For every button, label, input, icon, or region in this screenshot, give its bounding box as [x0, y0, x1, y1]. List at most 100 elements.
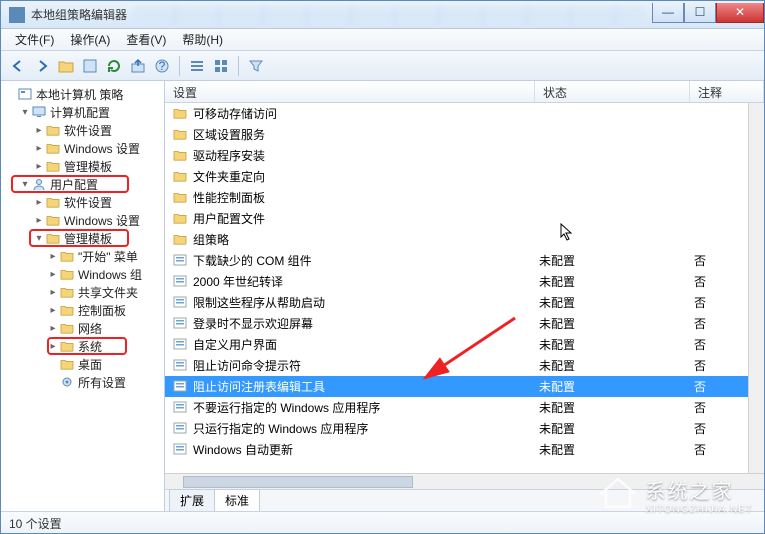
row-state: 未配置	[539, 399, 694, 416]
row-state: 未配置	[539, 378, 694, 395]
user-icon	[31, 177, 47, 191]
tree-label: 共享文件夹	[78, 284, 138, 301]
list-row[interactable]: 不要运行指定的 Windows 应用程序未配置否	[165, 397, 764, 418]
tree-twisty[interactable]: ▸	[33, 197, 45, 208]
help-button[interactable]: ?	[151, 55, 173, 77]
tree-item[interactable]: 本地计算机 策略	[1, 85, 164, 103]
tree-item[interactable]: ▸ Windows 设置	[1, 139, 164, 157]
column-note[interactable]: 注释	[690, 81, 764, 102]
setting-icon	[173, 359, 189, 373]
folder-icon	[59, 249, 75, 263]
tree-twisty[interactable]: ▸	[33, 143, 45, 154]
forward-button[interactable]	[31, 55, 53, 77]
policy-icon	[17, 87, 33, 101]
list-row[interactable]: 阻止访问注册表编辑工具未配置否	[165, 376, 764, 397]
list-header[interactable]: 设置 状态 注释	[165, 81, 764, 103]
row-name: 只运行指定的 Windows 应用程序	[193, 420, 539, 437]
tree-item[interactable]: ▸Windows 组	[1, 265, 164, 283]
row-state: 未配置	[539, 294, 694, 311]
list-row[interactable]: 区域设置服务	[165, 124, 764, 145]
list-row[interactable]: 自定义用户界面未配置否	[165, 334, 764, 355]
list-row[interactable]: 驱动程序安装	[165, 145, 764, 166]
detail-button[interactable]	[210, 55, 232, 77]
list-row[interactable]: 文件夹重定向	[165, 166, 764, 187]
tree-item[interactable]: ▾管理模板	[1, 229, 164, 247]
row-state: 未配置	[539, 357, 694, 374]
back-button[interactable]	[7, 55, 29, 77]
list-row[interactable]: 下载缺少的 COM 组件未配置否	[165, 250, 764, 271]
tree-item[interactable]: ▸网络	[1, 319, 164, 337]
tree-item[interactable]: ▾计算机配置	[1, 103, 164, 121]
column-name[interactable]: 设置	[165, 81, 535, 102]
up-button[interactable]	[55, 55, 77, 77]
tree-twisty[interactable]: ▾	[19, 107, 31, 118]
vertical-scrollbar[interactable]	[748, 103, 764, 473]
list-row[interactable]: 阻止访问命令提示符未配置否	[165, 355, 764, 376]
tab-extended[interactable]: 扩展	[169, 489, 215, 511]
list-row[interactable]: 登录时不显示欢迎屏幕未配置否	[165, 313, 764, 334]
refresh-button[interactable]	[103, 55, 125, 77]
list-row[interactable]: Windows 自动更新未配置否	[165, 439, 764, 460]
minimize-button[interactable]: —	[652, 3, 684, 23]
folder-icon	[173, 149, 189, 163]
scrollbar-thumb[interactable]	[183, 476, 413, 488]
folder-icon	[173, 107, 189, 121]
list-button[interactable]	[186, 55, 208, 77]
tree-item[interactable]: ▸软件设置	[1, 121, 164, 139]
tree-twisty[interactable]: ▸	[47, 269, 59, 280]
folder-icon	[59, 321, 75, 335]
tree-twisty[interactable]: ▾	[33, 233, 45, 244]
tree-twisty[interactable]: ▸	[47, 287, 59, 298]
tree-item[interactable]: 所有设置	[1, 373, 164, 391]
tree-label: Windows 设置	[64, 140, 140, 157]
horizontal-scrollbar[interactable]	[165, 473, 764, 489]
window-title: 本地组策略编辑器	[31, 6, 127, 23]
tree-twisty[interactable]: ▸	[47, 341, 59, 352]
menu-item[interactable]: 操作(A)	[62, 29, 118, 50]
row-name: 不要运行指定的 Windows 应用程序	[193, 399, 539, 416]
tree-item[interactable]: ▸Windows 设置	[1, 211, 164, 229]
props-button[interactable]	[79, 55, 101, 77]
tree-item[interactable]: ▾用户配置	[1, 175, 164, 193]
tree-item[interactable]: ▸ 控制面板	[1, 301, 164, 319]
tree-label: 管理模板	[64, 158, 112, 175]
list-row[interactable]: 用户配置文件	[165, 208, 764, 229]
tree-item[interactable]: ▸软件设置	[1, 193, 164, 211]
folder-icon	[59, 267, 75, 281]
tree-item[interactable]: ▸ 共享文件夹	[1, 283, 164, 301]
tree-item[interactable]: ▸ "开始" 菜单	[1, 247, 164, 265]
row-name: 性能控制面板	[193, 189, 539, 206]
export-button[interactable]	[127, 55, 149, 77]
tree-pane[interactable]: 本地计算机 策略▾计算机配置▸软件设置▸Windows 设置▸管理模板▾用户配置…	[1, 81, 165, 511]
tree-twisty[interactable]: ▸	[33, 161, 45, 172]
list-row[interactable]: 2000 年世纪转译未配置否	[165, 271, 764, 292]
list-row[interactable]: 组策略	[165, 229, 764, 250]
list-body[interactable]: 可移动存储访问区域设置服务驱动程序安装文件夹重定向性能控制面板用户配置文件组策略…	[165, 103, 764, 473]
tree-twisty[interactable]: ▸	[33, 125, 45, 136]
tree-item[interactable]: ▸ 管理模板	[1, 157, 164, 175]
tree-item[interactable]: ▸系统	[1, 337, 164, 355]
tree-twisty[interactable]: ▾	[19, 179, 31, 190]
tree-label: "开始" 菜单	[78, 248, 138, 265]
titlebar[interactable]: 本地组策略编辑器 — ☐ ✕	[1, 1, 764, 29]
tree-twisty[interactable]: ▸	[33, 215, 45, 226]
menu-item[interactable]: 文件(F)	[7, 29, 62, 50]
tree-twisty[interactable]: ▸	[47, 305, 59, 316]
tab-standard[interactable]: 标准	[214, 489, 260, 511]
tree-label: 控制面板	[78, 302, 126, 319]
menu-item[interactable]: 查看(V)	[118, 29, 174, 50]
column-state[interactable]: 状态	[535, 81, 690, 102]
row-name: 区域设置服务	[193, 126, 539, 143]
setting-icon	[173, 422, 189, 436]
list-row[interactable]: 限制这些程序从帮助启动未配置否	[165, 292, 764, 313]
filter-button[interactable]	[245, 55, 267, 77]
list-row[interactable]: 性能控制面板	[165, 187, 764, 208]
list-row[interactable]: 可移动存储访问	[165, 103, 764, 124]
tree-item[interactable]: 桌面	[1, 355, 164, 373]
menu-item[interactable]: 帮助(H)	[174, 29, 231, 50]
tree-twisty[interactable]: ▸	[47, 251, 59, 262]
close-button[interactable]: ✕	[716, 3, 764, 23]
maximize-button[interactable]: ☐	[684, 3, 716, 23]
tree-twisty[interactable]: ▸	[47, 323, 59, 334]
list-row[interactable]: 只运行指定的 Windows 应用程序未配置否	[165, 418, 764, 439]
